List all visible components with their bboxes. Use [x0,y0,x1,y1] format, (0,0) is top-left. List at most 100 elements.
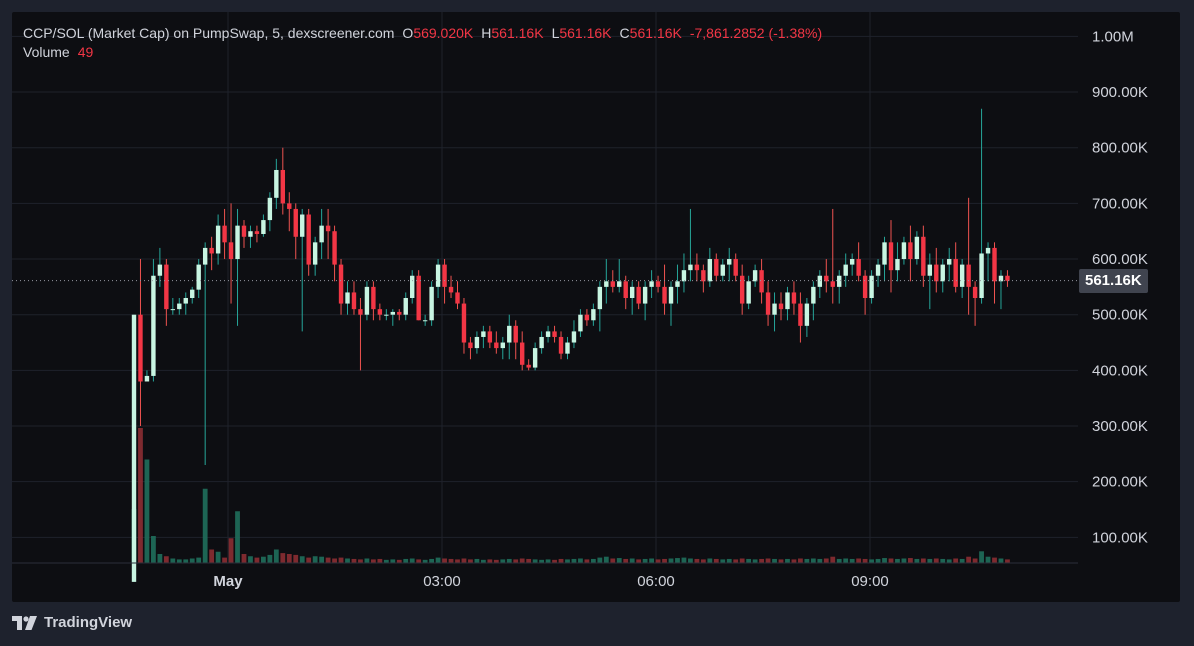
candle-up [410,275,415,299]
volume-bar [642,558,648,563]
candle-down [332,231,337,265]
volume-bar [895,558,900,563]
volume-bar [532,559,538,563]
high-label: H [481,25,492,41]
volume-bar [241,554,247,563]
volume-bar [726,558,732,563]
candle-up [591,309,596,321]
candle-down [358,309,363,315]
candle-down [966,264,971,287]
volume-bar [403,558,409,563]
volume-bar [901,558,907,563]
candle-up [474,336,480,349]
candle-up [202,247,208,265]
volume-bar [455,559,460,563]
candle-up [979,253,984,299]
candle-down [293,208,298,237]
candle-down [371,286,376,310]
candle-up [752,270,758,282]
volume-bar [170,558,176,563]
volume-bar [992,557,997,563]
candle-up [403,298,408,315]
volume-bar [603,556,609,563]
candle-up [435,264,441,287]
candle-down [934,264,939,282]
candle-down [377,309,383,315]
candle-up [248,231,253,237]
candle-down [494,342,499,349]
candle-down [558,336,564,354]
time-tick-label: 06:00 [637,573,675,590]
volume-bar [875,558,881,563]
candle-down [280,169,286,204]
volume-bar [183,559,189,563]
volume-bar [228,538,234,563]
tradingview-logo[interactable]: TradingView [12,614,132,631]
candle-down [287,203,292,209]
candle-up [312,242,318,265]
candle-up [235,225,240,260]
candle-up [157,264,163,276]
volume-bar [267,554,273,563]
candle-down [1005,275,1010,281]
time-tick-label: 03:00 [423,573,461,590]
candle-up [914,236,920,260]
candle-up [882,242,887,265]
candle-up [215,225,221,254]
volume-bar [157,554,163,563]
close-label: C [619,25,630,41]
candle-down [791,292,797,304]
volume-bar [791,559,797,563]
candle-up [131,314,137,582]
volume-bar [752,559,758,563]
candle-up [843,264,848,276]
volume-bar [487,559,493,563]
volume-bar [817,558,823,563]
volume-bar [545,559,551,563]
candle-down [739,275,745,304]
volume-bar [843,558,849,563]
volume-bar [662,558,667,563]
volume-bar [280,553,286,563]
volume-bar [946,559,952,563]
candlestick-chart[interactable]: 1.00M 900.00K 800.00K 700.00K 600.00K 500.00K… [12,12,1180,602]
volume-bar [196,557,202,563]
volume-bar [798,558,803,563]
candle-up [642,286,648,304]
volume-bar [370,559,376,563]
candle-up [720,264,725,276]
candle-down [468,342,473,349]
volume-bar [862,558,868,563]
price-tick-label: 300.00K [1092,418,1148,435]
candle-down [701,270,706,282]
volume-bar [448,558,454,563]
candle-down [584,314,590,321]
time-tick-label: May [213,573,243,590]
volume-bar [675,558,680,563]
candle-down [487,331,493,343]
volume-value: 49 [77,44,94,60]
volume-bar [759,558,764,563]
candle-down [662,286,667,304]
volume-bar [254,557,260,563]
candle-up [261,220,266,234]
volume-bar [435,557,441,563]
volume-bar [649,558,654,563]
candle-down [138,314,143,382]
volume-bar [377,558,383,563]
candle-down [953,259,958,287]
candle-up [837,275,842,287]
volume-bar [222,557,227,563]
volume-bar [163,556,169,563]
candle-down [442,264,447,287]
price-tick-label: 800.00K [1092,140,1148,157]
candle-down [461,303,467,343]
volume-bar [804,558,810,563]
volume-bar [739,558,745,563]
candle-up [675,281,680,287]
volume-bar [823,558,829,563]
chart-panel[interactable]: 1.00M 900.00K 800.00K 700.00K 600.00K 500.00K… [12,12,1180,602]
candle-up [649,281,654,287]
price-tick-label: 500.00K [1092,307,1148,324]
candle-down [862,275,868,299]
